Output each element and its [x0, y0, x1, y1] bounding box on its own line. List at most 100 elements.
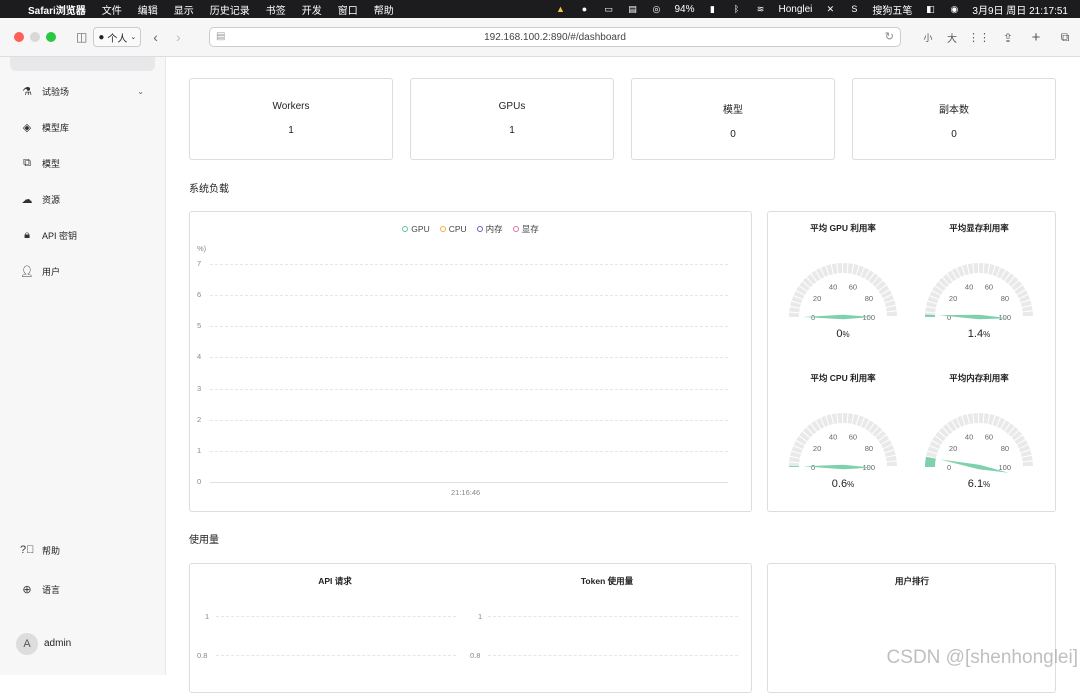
- user-name[interactable]: admin: [44, 638, 71, 649]
- y-tick-label: 0: [197, 477, 201, 486]
- menu-user[interactable]: Honglei: [778, 4, 812, 15]
- sidebar-item-label: 语言: [42, 583, 60, 596]
- browser-toolbar: ◫ ● 个人 ⌄ ‹ › ▤ 192.168.100.2:890/#/dashb…: [0, 18, 1080, 57]
- grid-icon[interactable]: ⋮⋮: [964, 31, 994, 44]
- menu-item[interactable]: 文件: [102, 2, 122, 17]
- api-y-tick: 1: [205, 612, 209, 621]
- token-grid-line: [488, 616, 738, 617]
- sidebar-item-resources[interactable]: ☁ 资源: [0, 186, 166, 212]
- stat-value: 1: [190, 125, 392, 136]
- reload-icon[interactable]: ↻: [885, 30, 894, 43]
- system-load-chart: GPU CPU 内存 显存 %) 76543210 21:16:46: [189, 211, 752, 512]
- y-tick-label: 1: [197, 446, 201, 455]
- bluetooth-icon[interactable]: ᛒ: [730, 4, 742, 14]
- gauge-dial: 020406080100: [778, 392, 908, 482]
- grid-line: [210, 357, 728, 358]
- gauge-track-segment: [832, 413, 838, 424]
- share-icon[interactable]: ⇪: [994, 31, 1022, 45]
- sidebar-item-dashboard-active[interactable]: [10, 57, 155, 71]
- menu-item[interactable]: 书签: [266, 2, 286, 17]
- stat-title: 副本数: [853, 101, 1055, 116]
- sidebar-item-users[interactable]: 👤︎ 用户: [0, 258, 166, 284]
- legend-item-vram[interactable]: 显存: [513, 223, 539, 235]
- gauge-track-segment: [843, 263, 848, 273]
- address-bar[interactable]: ▤ 192.168.100.2:890/#/dashboard ↻: [209, 27, 901, 47]
- gauge-title: 平均 CPU 利用率: [778, 372, 908, 384]
- memory-icon[interactable]: ▤: [626, 4, 638, 14]
- zoom-window-button[interactable]: [46, 32, 56, 42]
- forward-button[interactable]: ›: [176, 29, 181, 45]
- ime-icon[interactable]: S: [848, 4, 860, 14]
- mute-icon[interactable]: ✕: [824, 4, 836, 14]
- sidebar-item-model-catalog[interactable]: ◈ 模型库: [0, 114, 166, 140]
- airdrop-icon[interactable]: ◎: [650, 4, 662, 14]
- menu-datetime[interactable]: 3月9日 周日 21:17:51: [972, 2, 1068, 17]
- new-tab-icon[interactable]: +: [1022, 29, 1050, 46]
- legend-item-memory[interactable]: 内存: [477, 223, 503, 235]
- gauge-track-segment: [979, 263, 984, 273]
- tabs-overview-icon[interactable]: ⧉: [1050, 30, 1080, 45]
- legend-label-cpu: CPU: [449, 224, 467, 234]
- close-window-button[interactable]: [14, 32, 24, 42]
- gauge-value-unit: %: [843, 330, 850, 339]
- sidebar-item-label: 模型: [42, 157, 60, 170]
- card-icon[interactable]: ▭: [602, 4, 614, 14]
- sidebar-item-help[interactable]: ?⃝ 帮助: [0, 537, 166, 563]
- legend-item-cpu[interactable]: CPU: [440, 223, 467, 235]
- gauge-dial: 020406080100: [914, 242, 1044, 332]
- menu-item[interactable]: 帮助: [374, 2, 394, 17]
- grid-line: [210, 326, 728, 327]
- control-center-icon[interactable]: ◧: [924, 4, 936, 14]
- warning-icon[interactable]: ▲: [554, 4, 566, 14]
- gauge-tick-label: 20: [949, 444, 957, 453]
- gauge-tick-label: 80: [865, 294, 873, 303]
- menu-bar: Safari浏览器 文件 编辑 显示 历史记录 书签 开发 窗口 帮助 ▲ ● …: [0, 0, 1080, 18]
- menu-item[interactable]: 历史记录: [210, 2, 250, 17]
- battery-percent[interactable]: 94%: [674, 4, 694, 15]
- menu-item[interactable]: 显示: [174, 2, 194, 17]
- minimize-window-button[interactable]: [30, 32, 40, 42]
- sidebar-item-language[interactable]: ⊕ 语言: [0, 576, 166, 602]
- font-larger-button[interactable]: 大: [940, 30, 964, 45]
- sidebar-toggle-icon[interactable]: ◫: [76, 30, 87, 44]
- watermark: CSDN @[shenhonglei]: [887, 647, 1078, 669]
- ime-name[interactable]: 搜狗五笔: [872, 2, 912, 17]
- gauge-track-segment: [973, 413, 978, 423]
- person-icon: ●: [98, 32, 104, 43]
- font-smaller-button[interactable]: 小: [916, 31, 940, 44]
- menu-item[interactable]: 开发: [302, 2, 322, 17]
- sidebar-item-label: 试验场: [42, 85, 69, 98]
- menu-item[interactable]: 窗口: [338, 2, 358, 17]
- battery-icon[interactable]: ▮: [706, 4, 718, 14]
- profile-selector[interactable]: ● 个人 ⌄: [93, 27, 141, 47]
- gauge-tick-label: 0: [811, 463, 815, 472]
- sidebar-item-api-keys[interactable]: 🔒︎ API 密钥: [0, 222, 166, 248]
- legend-item-gpu[interactable]: GPU: [402, 223, 429, 235]
- cloud-icon: ☁: [20, 193, 34, 206]
- gauge-dial: 020406080100: [778, 242, 908, 332]
- wechat-icon[interactable]: ●: [578, 4, 590, 14]
- stat-title: GPUs: [411, 101, 613, 112]
- sidebar-item-playground[interactable]: ⚗ 试验场 ⌄: [0, 78, 166, 104]
- url-text[interactable]: 192.168.100.2:890/#/dashboard: [484, 32, 626, 43]
- gauge-track-segment: [886, 306, 897, 312]
- gauge-track-segment: [843, 413, 848, 423]
- chevron-down-icon: ⌄: [130, 33, 136, 41]
- siri-icon[interactable]: ◉: [948, 4, 960, 14]
- gauge-track-segment: [1022, 456, 1033, 462]
- stat-title: Workers: [190, 101, 392, 112]
- gauge-track-segment: [832, 263, 838, 274]
- legend-label-vram: 显存: [522, 223, 539, 235]
- avatar[interactable]: A: [16, 633, 38, 655]
- menu-app-name[interactable]: Safari浏览器: [28, 2, 86, 17]
- menu-item[interactable]: 编辑: [138, 2, 158, 17]
- gauge-value-number: 0.6: [832, 478, 847, 490]
- user-ranking-title: 用户排行: [847, 575, 977, 587]
- gauge-value: 1.4%: [949, 328, 1009, 340]
- back-button[interactable]: ‹: [153, 29, 158, 45]
- y-tick-label: 6: [197, 290, 201, 299]
- stat-value: 1: [411, 125, 613, 136]
- legend-marker-gpu: [402, 226, 408, 232]
- wifi-icon[interactable]: ≋: [754, 4, 766, 14]
- sidebar-item-models[interactable]: ⧉ 模型: [0, 150, 166, 176]
